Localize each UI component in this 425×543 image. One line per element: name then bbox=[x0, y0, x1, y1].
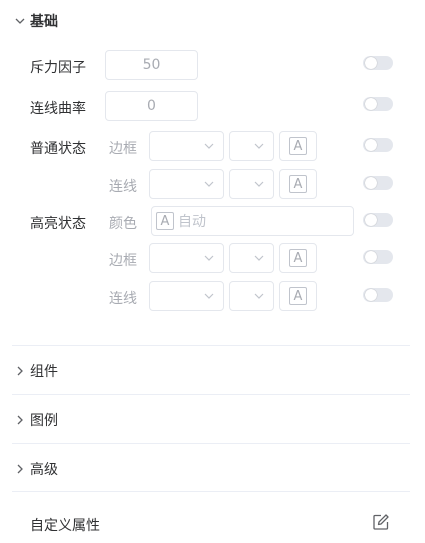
chevron-down-icon bbox=[204, 143, 214, 149]
highlight-line-width-select[interactable] bbox=[229, 281, 274, 311]
switch-knob bbox=[365, 177, 377, 189]
chevron-down-icon bbox=[254, 293, 264, 299]
chevron-right-icon bbox=[14, 414, 26, 426]
highlight-border-style-select[interactable] bbox=[149, 243, 224, 273]
switch-knob bbox=[365, 251, 377, 263]
section-component-title: 组件 bbox=[30, 364, 58, 380]
repulsion-label: 斥力因子 bbox=[30, 60, 86, 76]
highlight-line-style-select[interactable] bbox=[149, 281, 224, 311]
chevron-down-icon bbox=[254, 181, 264, 187]
switch-knob bbox=[365, 98, 377, 110]
chevron-down-icon bbox=[204, 181, 214, 187]
section-legend-header[interactable]: 图例 bbox=[14, 410, 58, 430]
color-placeholder: 自动 bbox=[178, 214, 206, 230]
normal-state-label: 普通状态 bbox=[30, 141, 86, 157]
font-color-icon: A bbox=[156, 212, 174, 230]
highlight-line-color-button[interactable]: A bbox=[279, 281, 317, 311]
normal-border-label: 边框 bbox=[109, 141, 137, 157]
chevron-down-icon bbox=[204, 293, 214, 299]
font-color-icon: A bbox=[289, 137, 307, 155]
divider bbox=[12, 394, 410, 395]
normal-border-color-button[interactable]: A bbox=[279, 131, 317, 161]
repulsion-switch[interactable] bbox=[363, 56, 393, 70]
normal-line-width-select[interactable] bbox=[229, 169, 274, 199]
section-advanced-header[interactable]: 高级 bbox=[14, 459, 58, 479]
highlight-state-label: 高亮状态 bbox=[30, 216, 86, 232]
normal-line-label: 连线 bbox=[109, 179, 137, 195]
font-color-icon: A bbox=[289, 175, 307, 193]
repulsion-input[interactable]: 50 bbox=[105, 50, 198, 80]
switch-knob bbox=[365, 57, 377, 69]
highlight-border-switch[interactable] bbox=[363, 250, 393, 264]
chevron-down-icon bbox=[254, 255, 264, 261]
font-color-icon: A bbox=[289, 249, 307, 267]
curveness-switch[interactable] bbox=[363, 97, 393, 111]
divider bbox=[12, 345, 410, 346]
section-advanced-title: 高级 bbox=[30, 462, 58, 478]
switch-knob bbox=[365, 139, 377, 151]
section-basic-header[interactable]: 基础 bbox=[14, 11, 58, 31]
normal-border-switch[interactable] bbox=[363, 138, 393, 152]
font-color-icon: A bbox=[289, 287, 307, 305]
normal-border-style-select[interactable] bbox=[149, 131, 224, 161]
section-component-header[interactable]: 组件 bbox=[14, 361, 58, 381]
switch-knob bbox=[365, 289, 377, 301]
chevron-right-icon bbox=[14, 463, 26, 475]
highlight-border-label: 边框 bbox=[109, 253, 137, 269]
chevron-down-icon bbox=[254, 143, 264, 149]
highlight-color-label: 颜色 bbox=[109, 216, 137, 232]
chevron-right-icon bbox=[14, 365, 26, 377]
normal-line-color-button[interactable]: A bbox=[279, 169, 317, 199]
divider bbox=[12, 443, 410, 444]
curveness-input[interactable]: 0 bbox=[105, 91, 198, 121]
switch-knob bbox=[365, 214, 377, 226]
normal-line-switch[interactable] bbox=[363, 176, 393, 190]
chevron-down-icon bbox=[204, 255, 214, 261]
edit-icon[interactable] bbox=[372, 513, 390, 531]
highlight-color-input[interactable]: A 自动 bbox=[151, 206, 354, 236]
custom-attr-label: 自定义属性 bbox=[30, 518, 100, 534]
highlight-line-switch[interactable] bbox=[363, 288, 393, 302]
highlight-line-label: 连线 bbox=[109, 291, 137, 307]
section-legend-title: 图例 bbox=[30, 413, 58, 429]
chevron-down-icon bbox=[14, 15, 26, 27]
divider bbox=[12, 491, 410, 492]
normal-line-style-select[interactable] bbox=[149, 169, 224, 199]
highlight-border-width-select[interactable] bbox=[229, 243, 274, 273]
normal-border-width-select[interactable] bbox=[229, 131, 274, 161]
highlight-border-color-button[interactable]: A bbox=[279, 243, 317, 273]
curveness-label: 连线曲率 bbox=[30, 101, 86, 117]
highlight-color-switch[interactable] bbox=[363, 213, 393, 227]
section-basic-title: 基础 bbox=[30, 14, 58, 30]
